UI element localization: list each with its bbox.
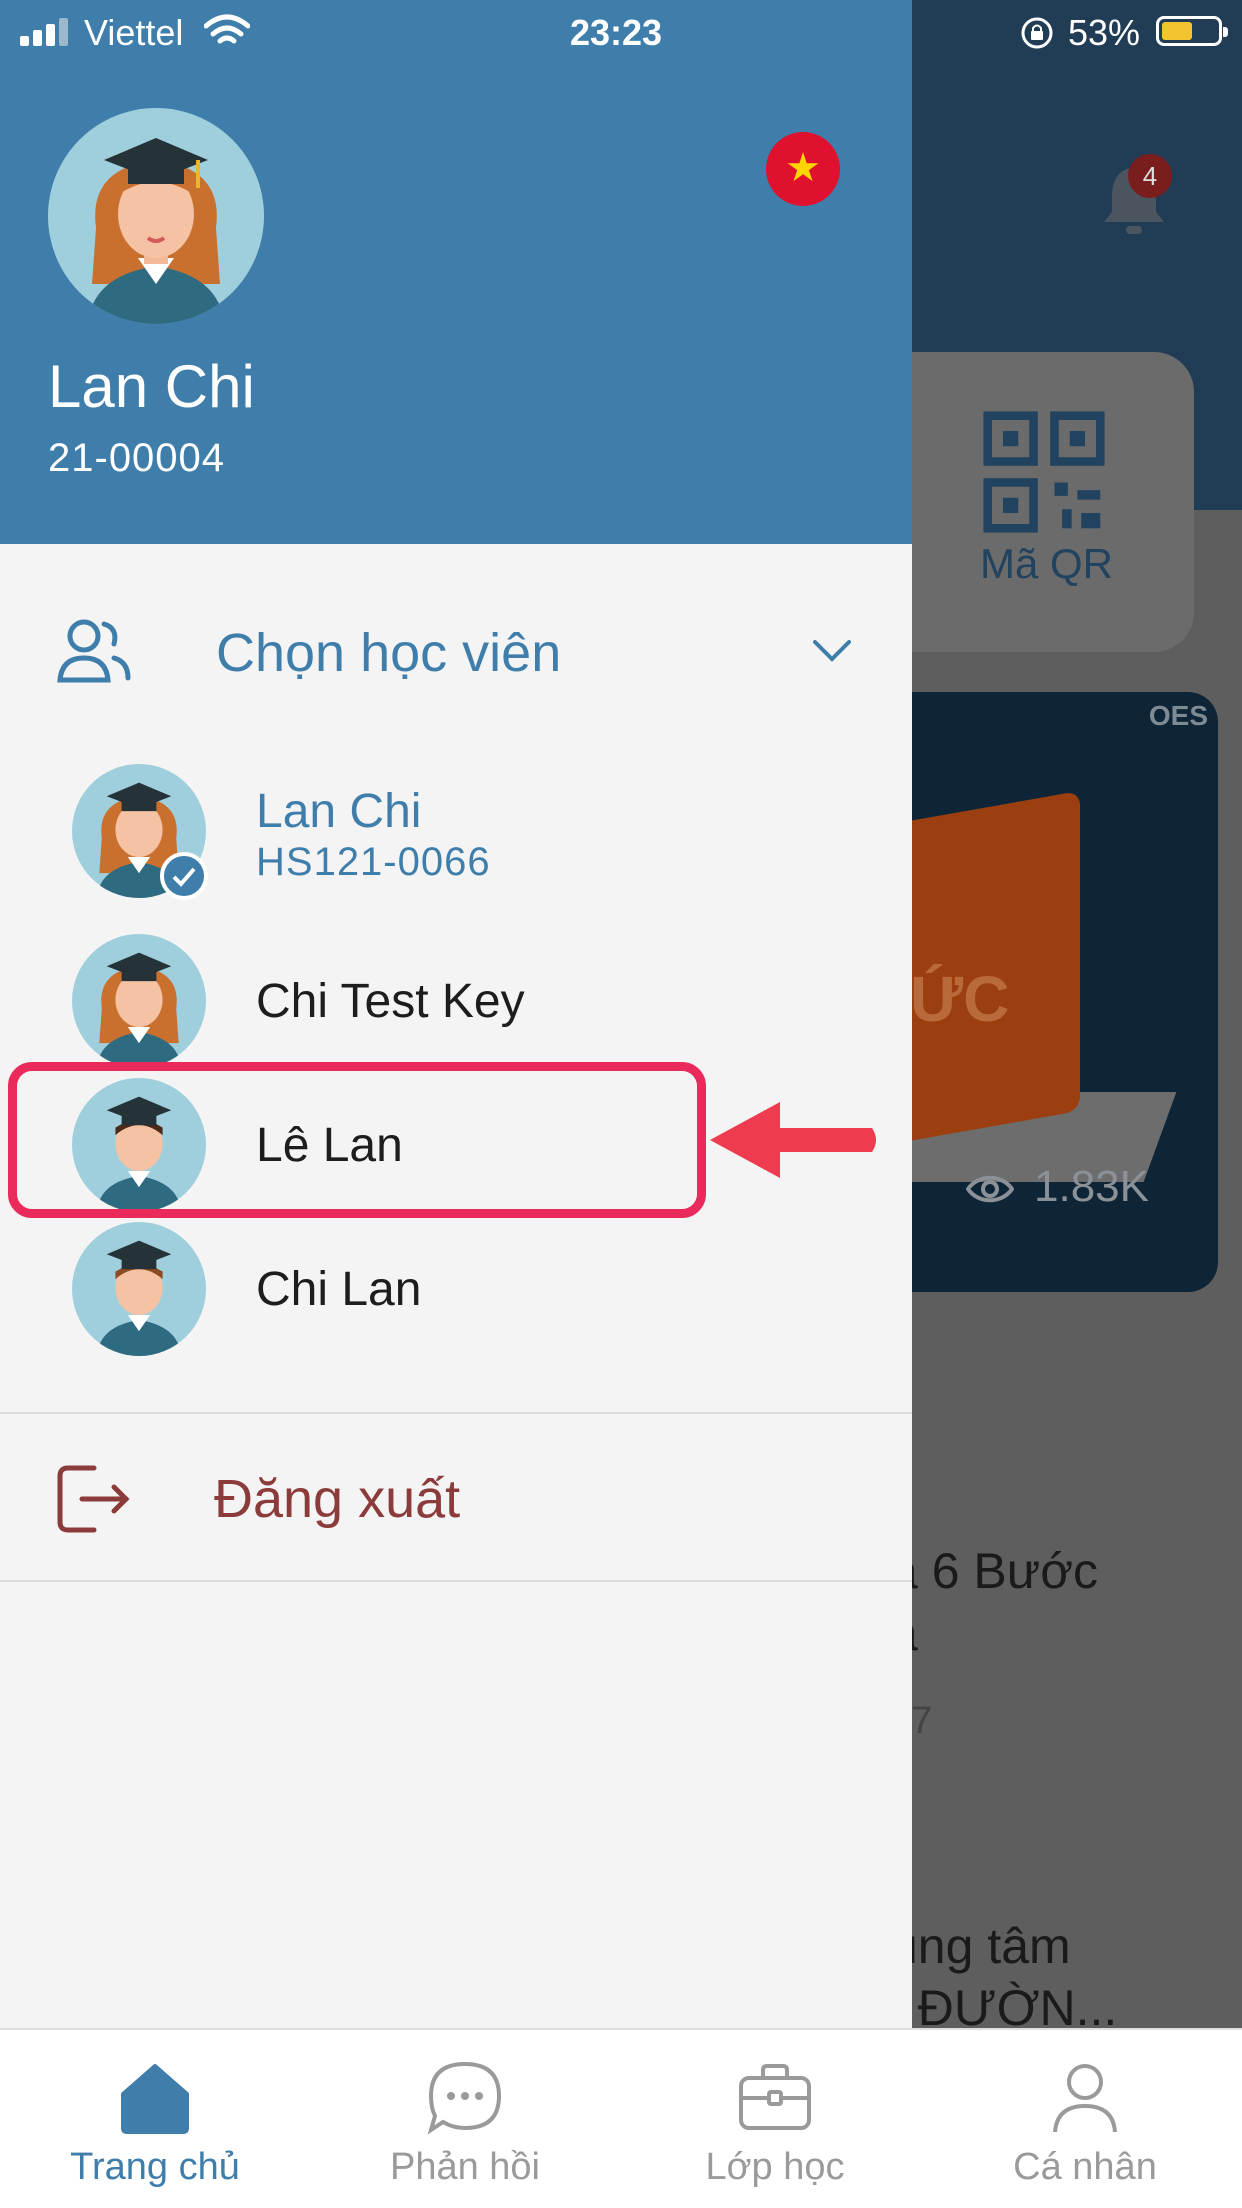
qr-code-icon	[983, 411, 1105, 533]
battery-level	[1162, 22, 1192, 40]
student-avatar	[72, 934, 206, 1068]
carrier: Viettel	[84, 12, 184, 53]
eye-icon	[966, 1175, 1014, 1203]
battery-percent: 53%	[1068, 12, 1141, 53]
red-arrow-icon	[710, 1102, 876, 1178]
article-title[interactable]: à 6 Bước ả	[890, 1540, 1098, 1664]
student-item-lan-chi[interactable]: Lan Chi HS121-0066	[0, 760, 912, 900]
selected-check-icon	[160, 852, 208, 900]
article-title-2[interactable]: ung tâm I ĐƯỜN...	[890, 1915, 1117, 2039]
qr-label: Mã QR	[980, 540, 1114, 587]
male-student-avatar	[96, 1240, 182, 1356]
choose-student-dropdown[interactable]: Chọn học viên	[0, 600, 912, 710]
highlight-box	[8, 1062, 706, 1218]
student-item-chi-test-key[interactable]: Chi Test Key	[0, 930, 912, 1070]
student-item-chi-lan[interactable]: Chi Lan	[0, 1218, 912, 1358]
divider	[0, 1412, 912, 1414]
drawer-header: ★ Lan Chi 21-00004	[0, 0, 912, 544]
student-avatar	[72, 1222, 206, 1356]
tab-class[interactable]: Lớp học	[620, 2030, 930, 2208]
banner-logo: OES	[1148, 700, 1208, 731]
student-name: Lan Chi	[256, 785, 422, 838]
chat-icon	[427, 2061, 502, 2135]
user-id: 21-00004	[48, 436, 226, 480]
female-student-avatar	[88, 138, 224, 324]
tab-profile[interactable]: Cá nhân	[930, 2030, 1240, 2208]
rotation-lock-icon	[1021, 17, 1053, 49]
notification-badge: 4	[1128, 154, 1172, 198]
signal-icon	[20, 18, 68, 46]
chevron-down-icon[interactable]	[812, 638, 852, 664]
side-drawer: ★ Lan Chi 21-00004 Chọn học viên Lan Chi…	[0, 0, 912, 2030]
home-icon	[121, 2064, 189, 2134]
student-name: Chi Lan	[256, 1263, 422, 1316]
status-bar: Viettel 23:23 53%	[0, 0, 1242, 62]
female-student-avatar	[96, 952, 182, 1068]
user-name: Lan Chi	[48, 353, 255, 420]
banner-views: 1.83K	[1034, 1162, 1149, 1211]
divider	[0, 1580, 912, 1582]
vietnam-flag-icon[interactable]: ★	[766, 132, 840, 206]
battery-nub	[1223, 27, 1228, 37]
tab-label: Cá nhân	[1013, 2146, 1157, 2188]
choose-student-label: Chọn học viên	[216, 623, 562, 683]
briefcase-icon	[739, 2064, 811, 2130]
wifi-icon	[204, 14, 250, 44]
clock: 23:23	[570, 12, 663, 53]
tab-label: Phản hồi	[389, 2146, 540, 2188]
tab-feedback[interactable]: Phản hồi	[310, 2030, 620, 2208]
student-code: HS121-0066	[256, 840, 491, 884]
logout-label: Đăng xuất	[214, 1469, 461, 1529]
logout-icon	[57, 1465, 130, 1533]
bottom-tab-bar: Trang chủ Phản hồi Lớp học Cá nhân	[0, 2028, 1242, 2208]
tab-home[interactable]: Trang chủ	[0, 2030, 310, 2208]
banner-text: ỨC	[910, 963, 1010, 1035]
tab-label: Trang chủ	[70, 2146, 240, 2188]
logout-button[interactable]: Đăng xuất	[0, 1418, 912, 1578]
user-avatar[interactable]	[48, 108, 264, 324]
person-icon	[1053, 2064, 1117, 2133]
users-icon	[57, 619, 131, 683]
student-name: Chi Test Key	[256, 975, 525, 1028]
battery-icon	[1156, 16, 1228, 46]
tab-label: Lớp học	[705, 2146, 845, 2188]
